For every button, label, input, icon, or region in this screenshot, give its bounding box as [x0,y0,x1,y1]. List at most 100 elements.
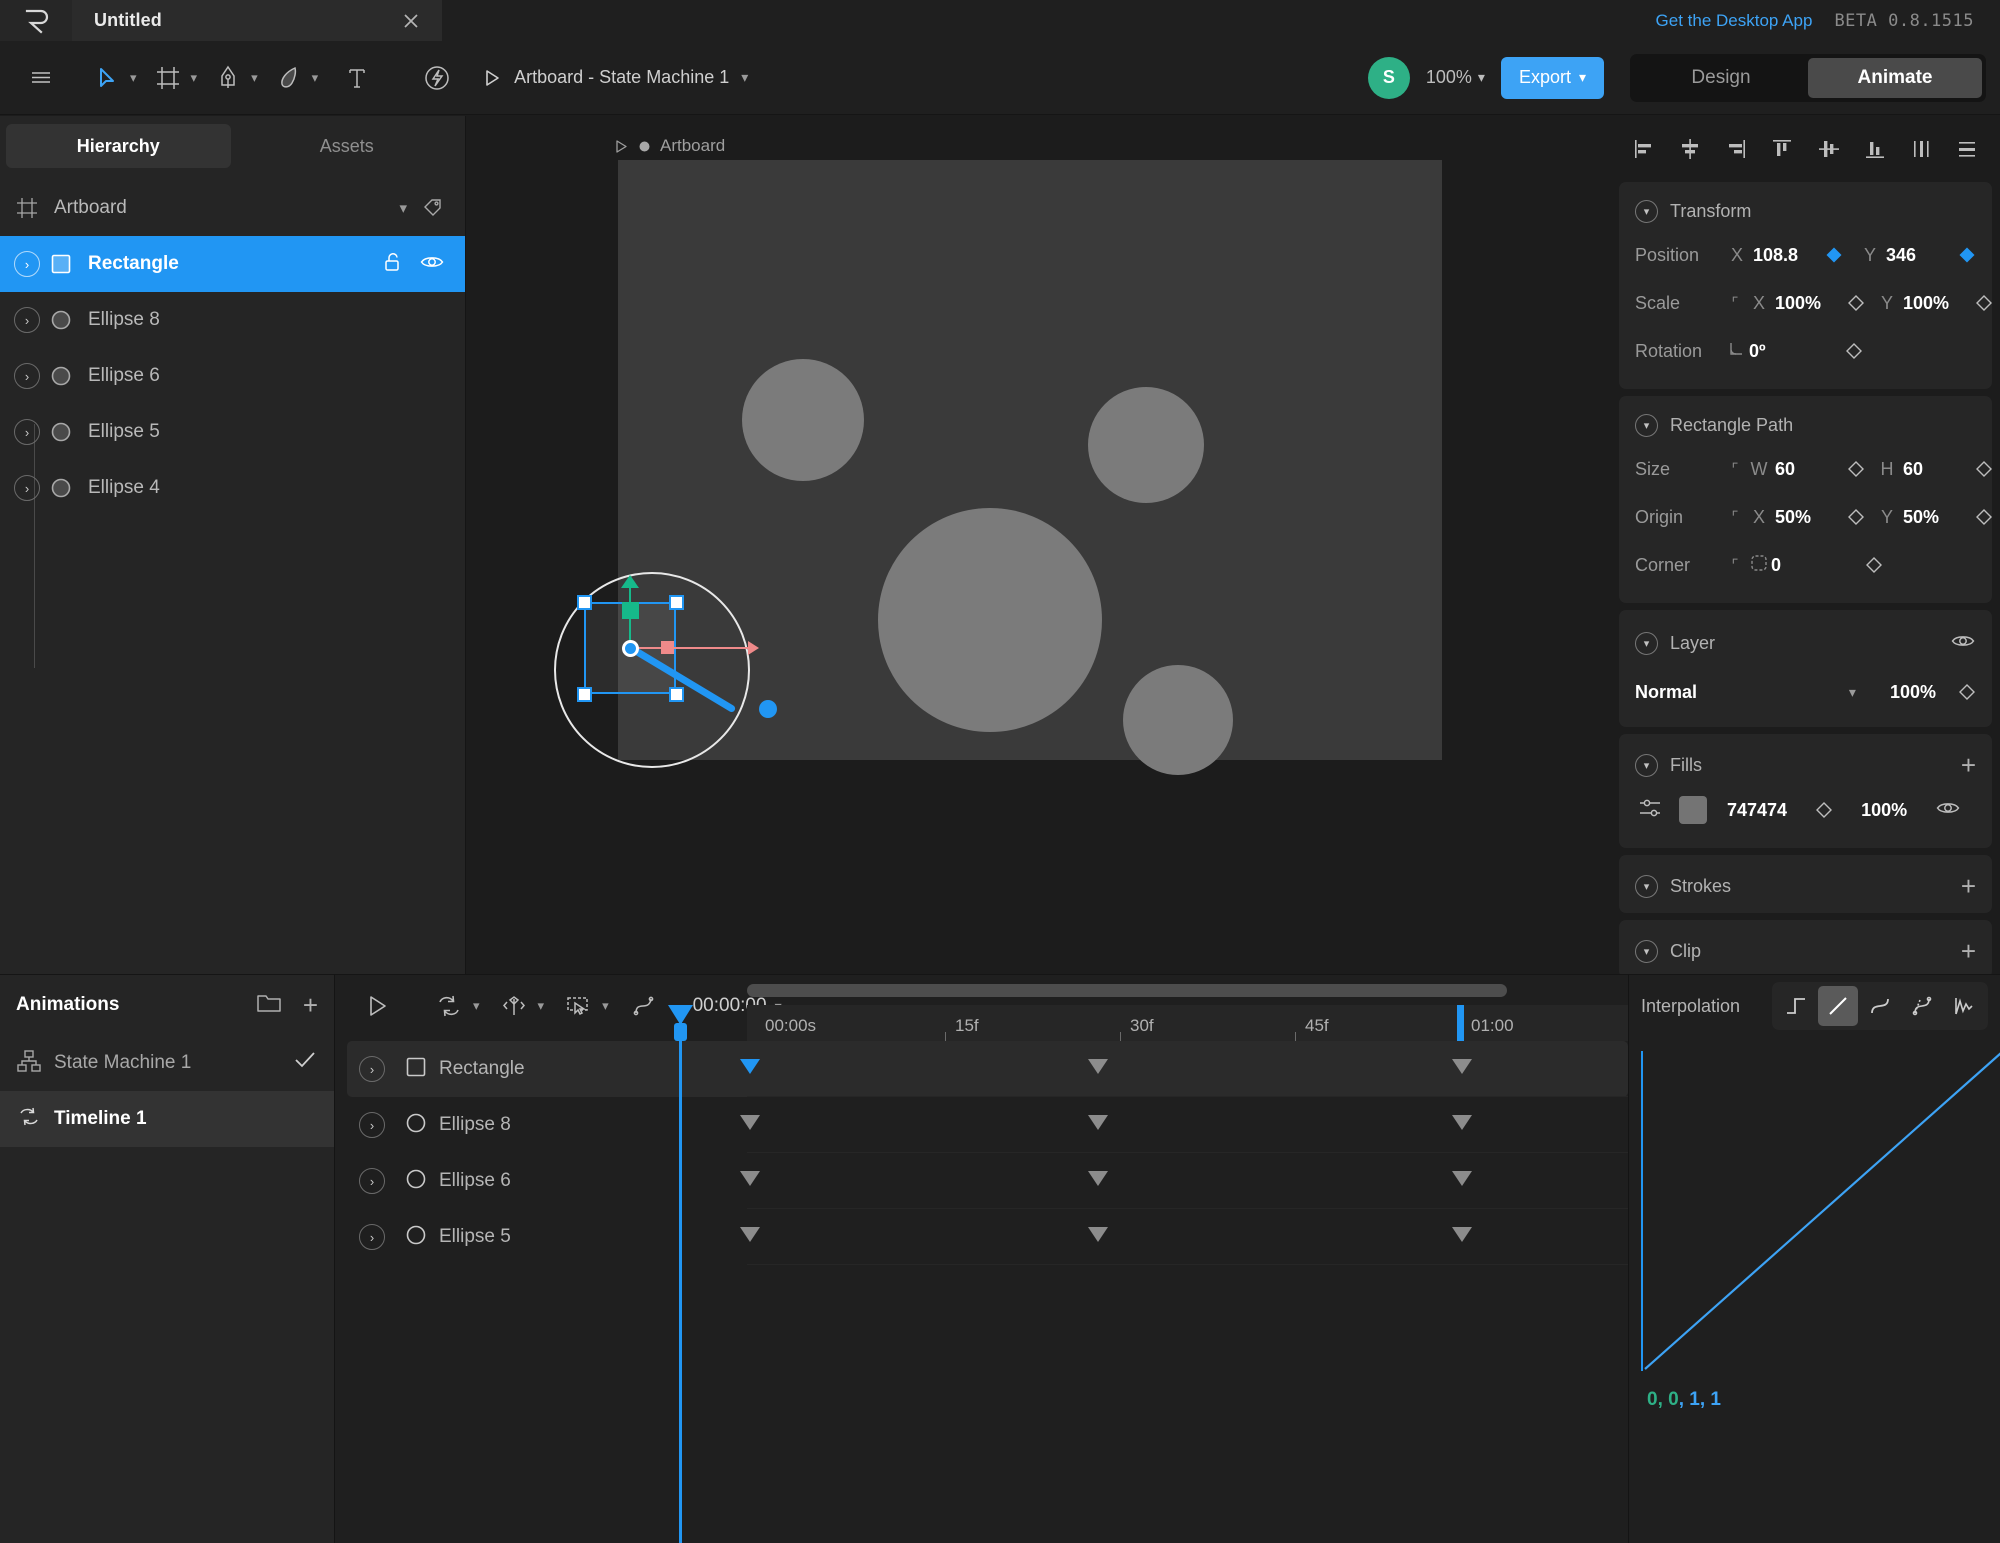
chevron-down-icon[interactable]: ▾ [1635,939,1658,963]
chevron-down-icon[interactable]: ▾ [399,199,407,217]
timeline-row-name[interactable]: › Ellipse 8 [335,1110,747,1141]
transform-section-header[interactable]: ▾ Transform [1619,190,1992,231]
chevron-down-icon[interactable]: ▾ [1635,632,1658,655]
expand-chevron-icon[interactable]: › [14,251,40,277]
ellipse-shape-center[interactable] [878,508,1102,732]
width-keyframe-icon[interactable] [1847,460,1865,478]
bolt-circle-icon[interactable] [416,53,458,103]
playhead[interactable] [668,1005,693,1543]
keyframe-interpolation-caret[interactable]: ▾ [538,998,545,1014]
keyframe-marker[interactable] [740,1227,760,1242]
eye-icon[interactable] [1950,628,1976,659]
position-x-value[interactable]: 108.8 [1753,245,1819,266]
translate-drag-dot[interactable] [759,700,777,718]
scale-y-keyframe-icon[interactable] [1975,294,1993,312]
rectangle-path-header[interactable]: ▾ Rectangle Path [1619,404,1992,445]
cursor-arrow-icon[interactable] [86,53,128,103]
keyframe-marker[interactable] [1452,1171,1472,1186]
strokes-section-header[interactable]: ▾ Strokes + [1619,863,1992,907]
keyframe-marker[interactable] [1452,1227,1472,1242]
animation-item-state-machine-1[interactable]: State Machine 1 [0,1035,334,1091]
check-icon[interactable] [292,1047,318,1079]
rotation-value[interactable]: 0º [1749,341,1815,362]
chevron-down-icon[interactable]: ▾ [1849,684,1856,701]
keyframe-marker[interactable] [1088,1171,1108,1186]
tree-item-ellipse-4[interactable]: › Ellipse 4 [0,460,465,516]
keyframe-marker[interactable] [740,1115,760,1130]
expand-chevron-icon[interactable]: › [14,307,40,333]
tag-icon[interactable] [421,194,445,223]
link-size-icon[interactable]: ⌜ [1727,460,1743,478]
folder-icon[interactable] [255,989,283,1022]
align-bottom-icon[interactable] [1858,132,1892,166]
distribute-vertical-icon[interactable] [1950,132,1984,166]
expand-chevron-icon[interactable]: › [359,1056,385,1082]
position-x-keyframe-icon[interactable] [1825,246,1843,264]
origin-y-keyframe-icon[interactable] [1975,508,1993,526]
eye-icon[interactable] [419,249,445,280]
artboard-tool-caret[interactable]: ▾ [191,70,198,86]
corner-value[interactable]: 0 [1771,555,1837,576]
timeline-track[interactable] [740,1153,1628,1209]
link-corner-icon[interactable]: ⌜ [1727,556,1743,574]
tree-item-ellipse-6[interactable]: › Ellipse 6 [0,348,465,404]
expand-chevron-icon[interactable]: › [14,475,40,501]
artboard-state-machine-selector[interactable]: Artboard - State Machine 1 ▾ [480,67,748,89]
keyframe-node-icon[interactable] [494,986,534,1026]
timeline-row-name[interactable]: › Ellipse 5 [335,1222,747,1253]
pen-tool-caret[interactable]: ▾ [251,70,258,86]
align-left-icon[interactable] [1627,132,1661,166]
rive-logo[interactable] [0,0,72,41]
fills-section-header[interactable]: ▾ Fills + [1619,742,1992,786]
unlock-icon[interactable] [381,250,405,279]
corner-keyframe-icon[interactable] [1865,556,1883,574]
ellipse-shape-bottom-right[interactable] [1123,665,1233,775]
timeline-row-rectangle[interactable]: › Rectangle [335,1041,1628,1097]
layer-section-header[interactable]: ▾ Layer [1619,618,1992,667]
position-y-keyframe-icon[interactable] [1958,246,1976,264]
resize-handle-top-left[interactable] [577,595,592,610]
origin-handle[interactable] [622,640,639,657]
height-value[interactable]: 60 [1903,459,1969,480]
hamburger-menu-icon[interactable] [20,53,62,103]
align-right-icon[interactable] [1719,132,1753,166]
tab-assets[interactable]: Assets [235,124,460,168]
link-scale-icon[interactable]: ⌜ [1727,294,1743,312]
sliders-icon[interactable] [1635,794,1665,826]
height-keyframe-icon[interactable] [1975,460,1993,478]
timeline-row-name[interactable]: › Ellipse 6 [335,1166,747,1197]
ellipse-shape-top-left[interactable] [742,359,864,481]
shape-tool-caret[interactable]: ▾ [312,70,319,86]
close-icon[interactable] [400,10,422,32]
layer-opacity-keyframe-icon[interactable] [1958,683,1976,701]
animation-item-timeline-1[interactable]: Timeline 1 [0,1091,334,1147]
origin-y-value[interactable]: 50% [1903,507,1969,528]
keyframe-marker[interactable] [1452,1115,1472,1130]
resize-handle-bottom-left[interactable] [577,687,592,702]
tree-item-artboard[interactable]: Artboard ▾ [0,180,465,236]
scale-x-value[interactable]: 100% [1775,293,1841,314]
keyframe-marker[interactable] [1088,1227,1108,1242]
chevron-down-icon[interactable]: ▾ [1635,200,1658,223]
timeline-ruler[interactable]: 00:00s 15f 30f 45f 01:00 [747,1005,1628,1041]
timeline-track[interactable] [740,1041,1628,1097]
expand-chevron-icon[interactable]: › [359,1112,385,1138]
add-animation-plus-icon[interactable]: + [303,992,318,1018]
tree-item-ellipse-5[interactable]: › Ellipse 5 [0,404,465,460]
scale-y-value[interactable]: 100% [1903,293,1969,314]
resize-handle-bottom-right[interactable] [669,687,684,702]
timeline-horizontal-scrollbar[interactable] [747,984,1507,997]
expand-chevron-icon[interactable]: › [14,363,40,389]
timeline-row-ellipse-6[interactable]: › Ellipse 6 [335,1153,1628,1209]
ease-curve-icon[interactable] [1860,986,1900,1026]
rotation-keyframe-icon[interactable] [1845,342,1863,360]
tree-item-ellipse-8[interactable]: › Ellipse 8 [0,292,465,348]
keyframe-marker[interactable] [740,1059,760,1074]
expand-chevron-icon[interactable]: › [14,419,40,445]
text-T-icon[interactable] [336,53,378,103]
timeline-row-name[interactable]: › Rectangle [335,1054,747,1085]
tab-hierarchy[interactable]: Hierarchy [6,124,231,168]
position-y-value[interactable]: 346 [1886,245,1952,266]
eye-icon[interactable] [1935,795,1961,826]
timeline-end-marker[interactable] [1457,1005,1464,1041]
